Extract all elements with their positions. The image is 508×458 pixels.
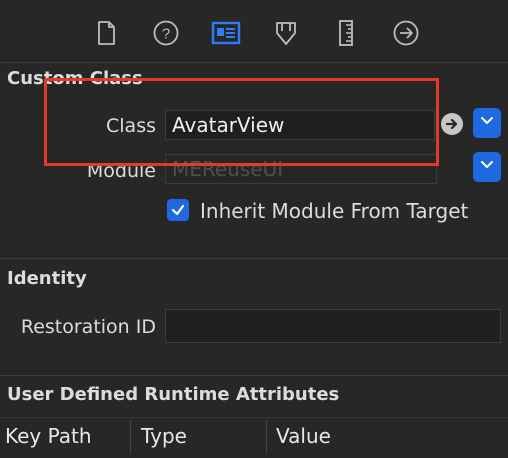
file-icon[interactable] [91, 18, 121, 48]
module-dropdown-button[interactable] [473, 152, 501, 182]
checkmark-icon [171, 204, 185, 216]
table-header-divider [0, 417, 508, 418]
runtime-attributes-title: User Defined Runtime Attributes [7, 384, 340, 405]
restoration-id-field[interactable] [165, 309, 501, 343]
annotation-highlight-box [44, 78, 439, 166]
toolbar-divider [0, 62, 508, 63]
svg-text:?: ? [162, 26, 170, 43]
arrow-right-icon [445, 118, 458, 130]
class-dropdown-button[interactable] [473, 108, 501, 138]
identity-title: Identity [7, 268, 87, 289]
column-header-key-path[interactable]: Key Path [5, 424, 92, 448]
connections-icon[interactable] [391, 18, 421, 48]
column-header-value[interactable]: Value [276, 424, 331, 448]
inherit-module-checkbox[interactable] [167, 199, 189, 221]
column-header-type[interactable]: Type [141, 424, 187, 448]
inspector-toolbar: ? [0, 0, 508, 62]
chevron-down-icon [481, 117, 493, 124]
help-icon[interactable]: ? [151, 18, 181, 48]
column-separator [130, 420, 131, 454]
class-navigate-button[interactable] [441, 113, 463, 135]
attributes-icon[interactable] [271, 18, 301, 48]
restoration-id-label: Restoration ID [20, 316, 156, 338]
chevron-down-icon [481, 161, 493, 168]
section-divider [0, 375, 508, 376]
size-ruler-icon[interactable] [331, 18, 361, 48]
column-separator [266, 420, 267, 454]
identity-inspector-icon[interactable] [211, 18, 241, 48]
section-divider [0, 258, 508, 259]
inherit-module-label: Inherit Module From Target [200, 199, 469, 223]
